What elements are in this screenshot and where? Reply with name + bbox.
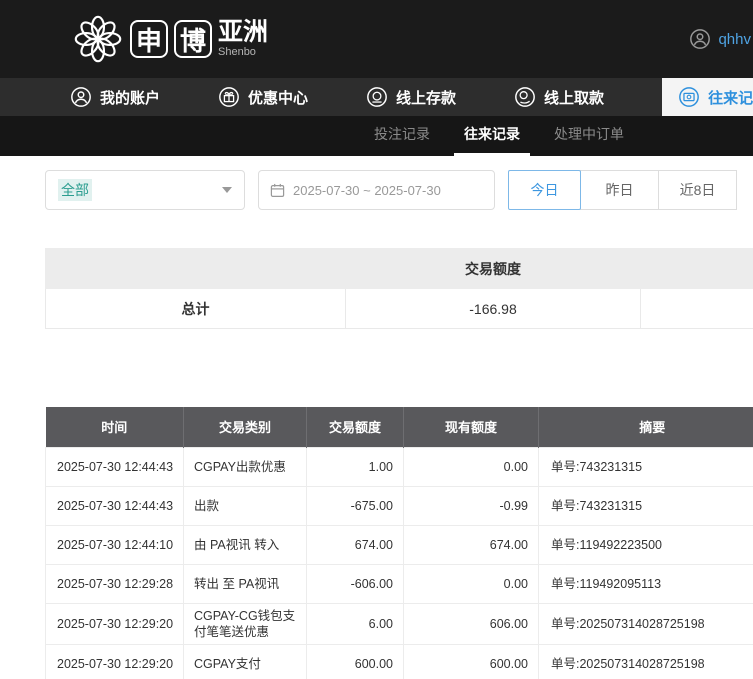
- user-account-link[interactable]: qhhv: [689, 28, 753, 50]
- records-coin-icon: [679, 87, 699, 107]
- withdraw-coin-icon: [515, 87, 535, 107]
- cell-amount: 6.00: [306, 602, 404, 645]
- cell-memo: 单号:119492223500: [538, 524, 753, 565]
- nav-item-transaction-records[interactable]: 往来记录: [662, 78, 753, 116]
- col-header-balance: 现有额度: [403, 407, 539, 447]
- cell-type: CGPAY-CG钱包支付笔笔送优惠: [183, 602, 307, 645]
- today-button[interactable]: 今日: [508, 170, 581, 210]
- summary-total-row: 总计 -166.98: [45, 288, 753, 329]
- logo-char-shen: 申: [130, 20, 168, 58]
- col-header-type: 交易类别: [183, 407, 307, 447]
- cell-memo: 单号:119492095113: [538, 563, 753, 604]
- cell-time: 2025-07-30 12:29:20: [45, 602, 184, 645]
- table-row: 2025-07-30 12:29:28 转出 至 PA视讯 -606.00 0.…: [45, 563, 753, 604]
- nav-label: 线上存款: [396, 89, 457, 107]
- summary-empty-cell: [640, 288, 753, 329]
- table-row: 2025-07-30 12:44:10 由 PA视讯 转入 674.00 674…: [45, 524, 753, 565]
- cell-amount: -606.00: [306, 563, 404, 604]
- col-header-amount: 交易额度: [306, 407, 404, 447]
- cell-memo: 单号:202507314028725198: [538, 643, 753, 679]
- nav-item-withdraw[interactable]: 线上取款: [514, 78, 604, 116]
- cell-time: 2025-07-30 12:44:10: [45, 524, 184, 565]
- cell-balance: 606.00: [403, 602, 539, 645]
- cell-time: 2025-07-30 12:44:43: [45, 485, 184, 526]
- cell-time: 2025-07-30 12:29:28: [45, 563, 184, 604]
- nav-item-promotions[interactable]: 优惠中心: [218, 78, 308, 116]
- type-select[interactable]: 全部: [45, 170, 245, 210]
- cell-memo: 单号:743231315: [538, 446, 753, 487]
- logo-region: 亚洲 Shenbo: [218, 20, 268, 58]
- tab-processing-orders[interactable]: 处理中订单: [544, 116, 634, 156]
- deposit-coin-icon: [367, 87, 387, 107]
- cell-amount: 1.00: [306, 446, 404, 487]
- summary-header-empty: [640, 248, 753, 289]
- quick-date-buttons: 今日 昨日 近8日: [508, 170, 737, 210]
- cell-time: 2025-07-30 12:29:20: [45, 643, 184, 679]
- username-text: qhhv: [718, 30, 751, 48]
- date-range-value: 2025-07-30 ~ 2025-07-30: [293, 182, 441, 198]
- summary-table: 交易额度 总计 -166.98: [45, 248, 753, 329]
- nav-label: 我的账户: [100, 89, 161, 107]
- cell-memo: 单号:202507314028725198: [538, 602, 753, 645]
- records-header-row: 时间 交易类别 交易额度 现有额度 摘要: [45, 407, 753, 447]
- table-row: 2025-07-30 12:44:43 出款 -675.00 -0.99 单号:…: [45, 485, 753, 526]
- nav-item-my-account[interactable]: 我的账户: [70, 78, 160, 116]
- cell-balance: -0.99: [403, 485, 539, 526]
- filter-bar: 全部 2025-07-30 ~ 2025-07-30 今日 昨日 近8日: [45, 170, 753, 210]
- cell-balance: 0.00: [403, 563, 539, 604]
- cell-memo: 单号:743231315: [538, 485, 753, 526]
- yesterday-button[interactable]: 昨日: [580, 170, 659, 210]
- cell-type: 出款: [183, 485, 307, 526]
- cell-type: 转出 至 PA视讯: [183, 563, 307, 604]
- user-avatar-icon: [690, 29, 711, 49]
- page: 申 博 亚洲 Shenbo qhhv 我的账户 优惠中心 线上存款 线上取款 往…: [0, 0, 753, 679]
- records-table: 时间 交易类别 交易额度 现有额度 摘要 2025-07-30 12:44:43…: [45, 407, 753, 679]
- summary-total-value: -166.98: [345, 288, 641, 329]
- table-row: 2025-07-30 12:44:43 CGPAY出款优惠 1.00 0.00 …: [45, 446, 753, 487]
- nav-label: 优惠中心: [248, 89, 309, 107]
- logo-region-text: 亚洲: [218, 18, 269, 46]
- cell-balance: 600.00: [403, 643, 539, 679]
- nav-label: 线上取款: [544, 89, 605, 107]
- table-row: 2025-07-30 12:29:20 CGPAY-CG钱包支付笔笔送优惠 6.…: [45, 602, 753, 645]
- gift-circle-icon: [219, 87, 239, 107]
- tab-betting-records[interactable]: 投注记录: [364, 116, 440, 156]
- main-nav: 我的账户 优惠中心 线上存款 线上取款 往来记: [0, 78, 753, 116]
- cell-type: CGPAY出款优惠: [183, 446, 307, 487]
- summary-header-amount: 交易额度: [345, 248, 641, 289]
- table-row: 2025-07-30 12:29:20 CGPAY支付 600.00 600.0…: [45, 643, 753, 679]
- cell-type: 由 PA视讯 转入: [183, 524, 307, 565]
- cell-balance: 0.00: [403, 446, 539, 487]
- cell-amount: 674.00: [306, 524, 404, 565]
- date-range-input[interactable]: 2025-07-30 ~ 2025-07-30: [258, 170, 495, 210]
- cell-time: 2025-07-30 12:44:43: [45, 446, 184, 487]
- nav-label: 往来记录: [708, 89, 753, 107]
- cell-amount: -675.00: [306, 485, 404, 526]
- summary-header-row: 交易额度: [45, 248, 753, 289]
- cell-amount: 600.00: [306, 643, 404, 679]
- last-8-days-button[interactable]: 近8日: [658, 170, 737, 210]
- type-select-value: 全部: [58, 179, 92, 201]
- logo-char-bo: 博: [174, 20, 212, 58]
- site-logo[interactable]: 申 博 亚洲 Shenbo: [72, 13, 268, 65]
- top-header: 申 博 亚洲 Shenbo qhhv: [0, 0, 753, 78]
- col-header-memo: 摘要: [538, 407, 753, 447]
- logo-subtitle: Shenbo: [218, 46, 256, 58]
- lotus-flower-icon: [74, 15, 122, 63]
- chevron-down-icon: [222, 187, 232, 193]
- sub-nav: 投注记录 往来记录 处理中订单: [0, 116, 753, 156]
- user-circle-icon: [71, 87, 91, 107]
- summary-header-empty: [45, 248, 346, 289]
- calendar-icon: [270, 183, 285, 197]
- nav-item-deposit[interactable]: 线上存款: [366, 78, 456, 116]
- summary-total-label: 总计: [45, 288, 346, 329]
- cell-type: CGPAY支付: [183, 643, 307, 679]
- cell-balance: 674.00: [403, 524, 539, 565]
- col-header-time: 时间: [45, 407, 184, 447]
- content-area: 全部 2025-07-30 ~ 2025-07-30 今日 昨日 近8日 交易额…: [0, 170, 753, 679]
- tab-transaction-records[interactable]: 往来记录: [454, 116, 530, 156]
